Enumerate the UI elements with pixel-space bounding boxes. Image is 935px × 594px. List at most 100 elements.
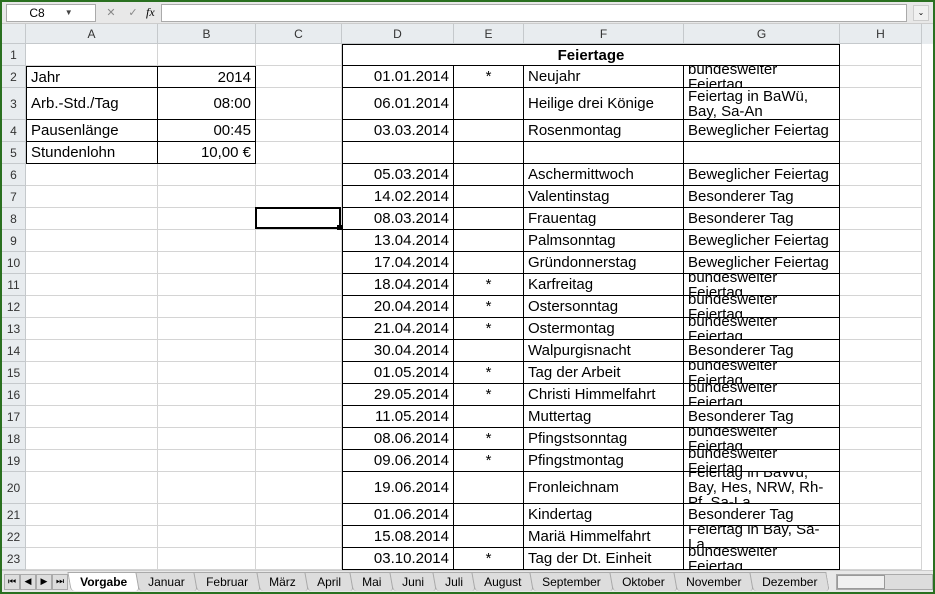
cell-F19[interactable]: Pfingstmontag [524, 450, 684, 472]
row-header-16[interactable]: 16 [2, 384, 26, 406]
row-header-5[interactable]: 5 [2, 142, 26, 164]
name-box[interactable]: C8 ▼ [6, 4, 96, 22]
sheet-tab-mai[interactable]: Mai [349, 572, 394, 591]
row-header-11[interactable]: 11 [2, 274, 26, 296]
cell-D23[interactable]: 03.10.2014 [342, 548, 454, 570]
row-header-7[interactable]: 7 [2, 186, 26, 208]
cell-G16[interactable]: bundesweiter Feiertag [684, 384, 840, 406]
cell-F3[interactable]: Heilige drei Könige [524, 88, 684, 120]
cell-H4[interactable] [840, 120, 922, 142]
cell-C10[interactable] [256, 252, 342, 274]
cell-B1[interactable] [158, 44, 256, 66]
cell-H5[interactable] [840, 142, 922, 164]
cell-E9[interactable] [454, 230, 524, 252]
cell-G6[interactable]: Beweglicher Feiertag [684, 164, 840, 186]
cell-E22[interactable] [454, 526, 524, 548]
cell-H13[interactable] [840, 318, 922, 340]
column-header-D[interactable]: D [342, 24, 454, 44]
cell-B20[interactable] [158, 472, 256, 504]
cell-H18[interactable] [840, 428, 922, 450]
cell-A2[interactable]: Jahr [26, 66, 158, 88]
cell-E17[interactable] [454, 406, 524, 428]
cell-A5[interactable]: Stundenlohn [26, 142, 158, 164]
cell-D2[interactable]: 01.01.2014 [342, 66, 454, 88]
cell-D15[interactable]: 01.05.2014 [342, 362, 454, 384]
cell-A9[interactable] [26, 230, 158, 252]
cell-E7[interactable] [454, 186, 524, 208]
cell-B11[interactable] [158, 274, 256, 296]
scrollbar-thumb[interactable] [837, 575, 884, 589]
cell-D7[interactable]: 14.02.2014 [342, 186, 454, 208]
cell-G13[interactable]: bundesweiter Feiertag [684, 318, 840, 340]
cell-H23[interactable] [840, 548, 922, 570]
cell-H21[interactable] [840, 504, 922, 526]
cell-C23[interactable] [256, 548, 342, 570]
cell-H17[interactable] [840, 406, 922, 428]
cell-G7[interactable]: Besonderer Tag [684, 186, 840, 208]
column-header-C[interactable]: C [256, 24, 342, 44]
cell-B8[interactable] [158, 208, 256, 230]
cell-H14[interactable] [840, 340, 922, 362]
cell-B12[interactable] [158, 296, 256, 318]
row-header-1[interactable]: 1 [2, 44, 26, 66]
cell-B3[interactable]: 08:00 [158, 88, 256, 120]
cell-C9[interactable] [256, 230, 342, 252]
cell-A1[interactable] [26, 44, 158, 66]
cell-G3[interactable]: Feiertag in BaWü, Bay, Sa-An [684, 88, 840, 120]
cell-F16[interactable]: Christi Himmelfahrt [524, 384, 684, 406]
cell-D14[interactable]: 30.04.2014 [342, 340, 454, 362]
row-header-21[interactable]: 21 [2, 504, 26, 526]
cell-G17[interactable]: Besonderer Tag [684, 406, 840, 428]
cell-B6[interactable] [158, 164, 256, 186]
cell-F10[interactable]: Gründonnerstag [524, 252, 684, 274]
row-header-4[interactable]: 4 [2, 120, 26, 142]
cell-A20[interactable] [26, 472, 158, 504]
sheet-tab-januar[interactable]: Januar [135, 572, 197, 591]
cell-H6[interactable] [840, 164, 922, 186]
cell-E20[interactable] [454, 472, 524, 504]
sheet-tab-vorgabe[interactable]: Vorgabe [67, 572, 139, 591]
formula-bar-input[interactable] [161, 4, 907, 22]
cell-D20[interactable]: 19.06.2014 [342, 472, 454, 504]
cell-F9[interactable]: Palmsonntag [524, 230, 684, 252]
cell-E4[interactable] [454, 120, 524, 142]
cell-A7[interactable] [26, 186, 158, 208]
cell-A11[interactable] [26, 274, 158, 296]
row-header-12[interactable]: 12 [2, 296, 26, 318]
cell-G8[interactable]: Besonderer Tag [684, 208, 840, 230]
cell-F13[interactable]: Ostermontag [524, 318, 684, 340]
cell-D3[interactable]: 06.01.2014 [342, 88, 454, 120]
cell-E5[interactable] [454, 142, 524, 164]
column-header-H[interactable]: H [840, 24, 922, 44]
cell-F22[interactable]: Mariä Himmelfahrt [524, 526, 684, 548]
cell-H1[interactable] [840, 44, 922, 66]
cell-C17[interactable] [256, 406, 342, 428]
cell-B5[interactable]: 10,00 € [158, 142, 256, 164]
cell-H3[interactable] [840, 88, 922, 120]
cell-B2[interactable]: 2014 [158, 66, 256, 88]
cell-F15[interactable]: Tag der Arbeit [524, 362, 684, 384]
cell-A21[interactable] [26, 504, 158, 526]
sheet-tab-oktober[interactable]: Oktober [609, 572, 677, 591]
cell-B22[interactable] [158, 526, 256, 548]
cell-A17[interactable] [26, 406, 158, 428]
cell-G2[interactable]: bundesweiter Feiertag [684, 66, 840, 88]
row-header-19[interactable]: 19 [2, 450, 26, 472]
row-header-15[interactable]: 15 [2, 362, 26, 384]
cell-G19[interactable]: bundesweiter Feiertag [684, 450, 840, 472]
cell-A6[interactable] [26, 164, 158, 186]
cell-C8[interactable] [256, 208, 342, 230]
cell-C14[interactable] [256, 340, 342, 362]
cell-H15[interactable] [840, 362, 922, 384]
cell-H9[interactable] [840, 230, 922, 252]
cell-G4[interactable]: Beweglicher Feiertag [684, 120, 840, 142]
cell-B7[interactable] [158, 186, 256, 208]
cell-A8[interactable] [26, 208, 158, 230]
cell-F18[interactable]: Pfingstsonntag [524, 428, 684, 450]
cell-D6[interactable]: 05.03.2014 [342, 164, 454, 186]
cells-area[interactable]: FeiertageJahr201401.01.2014*Neujahrbunde… [26, 44, 933, 588]
cell-E11[interactable]: * [454, 274, 524, 296]
cell-A16[interactable] [26, 384, 158, 406]
cell-G20[interactable]: Feiertag in BaWü, Bay, Hes, NRW, Rh-Pf, … [684, 472, 840, 504]
sheet-tab-märz[interactable]: März [256, 572, 308, 591]
